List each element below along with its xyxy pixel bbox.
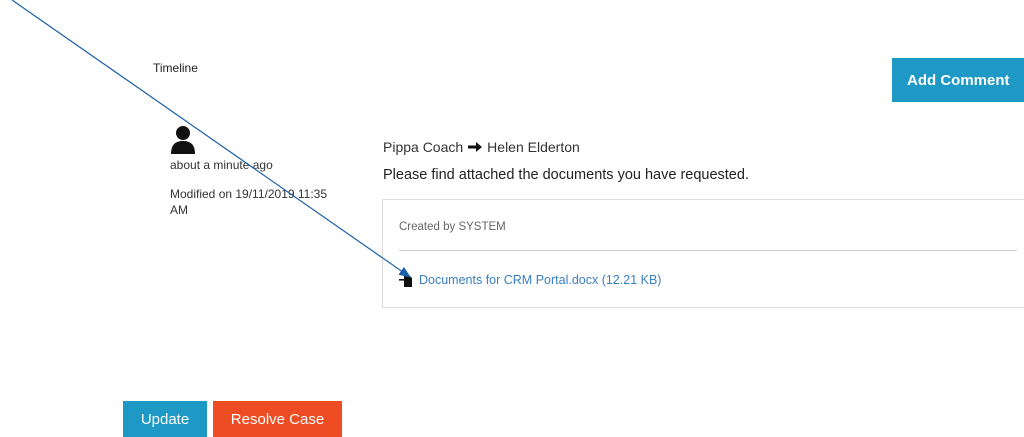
user-avatar-icon (170, 124, 196, 154)
add-comment-button[interactable]: Add Comment (892, 58, 1024, 102)
entry-message: Please find attached the documents you h… (383, 167, 749, 183)
entry-relative-time: about a minute ago (170, 158, 273, 172)
resolve-case-button[interactable]: Resolve Case (213, 401, 342, 437)
arrow-right-icon (468, 141, 483, 153)
timeline-heading: Timeline (153, 61, 198, 75)
entry-modified-date: Modified on 19/11/2019 11:35 AM (170, 187, 328, 217)
created-by-label: Created by SYSTEM (399, 221, 506, 233)
recipient-name: Helen Elderton (487, 139, 580, 155)
card-divider (399, 250, 1017, 251)
file-icon (399, 273, 415, 287)
sender-name: Pippa Coach (383, 139, 464, 155)
entry-route: Pippa Coach Helen Elderton (383, 139, 580, 155)
attachment-row: Documents for CRM Portal.docx (12.21 KB) (399, 273, 661, 287)
attachment-card: Created by SYSTEM Documents for CRM Port… (382, 199, 1024, 308)
update-button[interactable]: Update (123, 401, 207, 437)
attachment-link[interactable]: Documents for CRM Portal.docx (12.21 KB) (419, 273, 661, 287)
